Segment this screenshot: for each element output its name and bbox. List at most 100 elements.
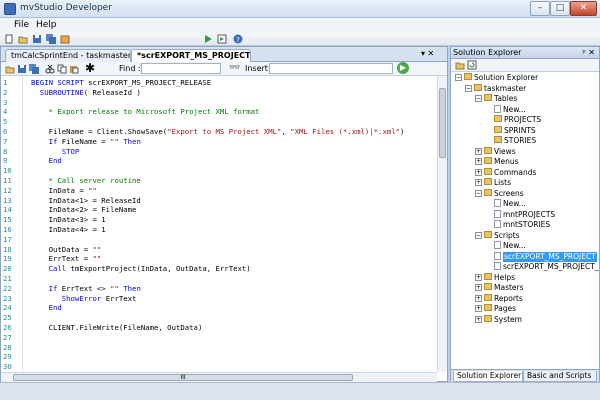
tree-item[interactable]: mntSTORIES: [485, 220, 550, 230]
code-line[interactable]: 17: [1, 235, 437, 245]
tree-item[interactable]: New...: [485, 104, 526, 115]
code-line[interactable]: 3: [1, 98, 437, 108]
debug-icon[interactable]: [217, 34, 227, 44]
code-line[interactable]: 12 InData = "": [1, 186, 437, 196]
tree-item[interactable]: + Commands: [475, 167, 536, 178]
menu-help[interactable]: Help: [36, 20, 57, 30]
expand-icon[interactable]: +: [475, 284, 482, 291]
help-icon[interactable]: ?: [233, 34, 243, 44]
expand-icon[interactable]: +: [475, 315, 482, 323]
expand-icon[interactable]: +: [475, 168, 482, 176]
code-line[interactable]: 2 SUBROUTINE( ReleaseId ): [1, 88, 437, 98]
tree-item[interactable]: − Screens: [475, 188, 524, 199]
collapse-icon[interactable]: −: [455, 74, 462, 81]
tree-item[interactable]: + Menus: [475, 157, 519, 167]
code-line[interactable]: 1 BEGIN SCRIPT scrEXPORT_MS_PROJECT_RELEA…: [1, 78, 437, 88]
code-line[interactable]: 29: [1, 352, 437, 362]
code-line[interactable]: 26 CLIENT.FileWrite(FileName, OutData): [1, 323, 437, 333]
open-icon[interactable]: [5, 64, 15, 74]
folder-icon[interactable]: [455, 60, 465, 70]
expand-icon[interactable]: +: [475, 158, 482, 165]
save-icon[interactable]: [17, 64, 27, 74]
menu-file[interactable]: File: [14, 20, 29, 30]
tree-item[interactable]: + Pages: [475, 304, 516, 314]
vertical-scrollbar[interactable]: [437, 76, 447, 372]
vertical-scroll-thumb[interactable]: [439, 88, 446, 158]
code-line[interactable]: 9 End: [1, 156, 437, 166]
code-line[interactable]: 4 * Export release to Microsoft Project …: [1, 107, 437, 117]
code-line[interactable]: 27: [1, 333, 437, 343]
tab-controls[interactable]: ▾ ✕: [421, 49, 434, 58]
horizontal-scroll-thumb[interactable]: III: [13, 374, 353, 381]
code-line[interactable]: 8 STOP: [1, 147, 437, 157]
run-icon[interactable]: [203, 34, 213, 44]
code-line[interactable]: 28: [1, 343, 437, 353]
minimize-button[interactable]: –: [530, 1, 550, 16]
collapse-icon[interactable]: −: [465, 84, 472, 92]
expand-icon[interactable]: +: [475, 294, 482, 302]
code-line[interactable]: 13 InData<1> = ReleaseId: [1, 196, 437, 206]
maximize-button[interactable]: □: [550, 1, 570, 16]
tree-item[interactable]: − Solution Explorer: [455, 73, 538, 83]
code-line[interactable]: 5: [1, 117, 437, 127]
code-line[interactable]: 18 OutData = "": [1, 245, 437, 255]
collapse-icon[interactable]: −: [475, 189, 482, 197]
code-line[interactable]: 6 FileName = Client.ShowSave("Export to …: [1, 127, 437, 137]
expand-icon[interactable]: +: [475, 147, 482, 155]
code-line[interactable]: 16 InData<4> = 1: [1, 225, 437, 235]
code-line[interactable]: 10: [1, 166, 437, 176]
cut-icon[interactable]: [45, 64, 55, 74]
asterisk-icon[interactable]: ✱: [85, 62, 95, 74]
close-button[interactable]: ✕: [570, 1, 597, 16]
save-icon[interactable]: [32, 34, 42, 44]
paste-icon[interactable]: [69, 64, 79, 74]
collapse-icon[interactable]: −: [475, 231, 482, 239]
tree-item[interactable]: New...: [485, 241, 526, 251]
tree-item[interactable]: + Views: [475, 146, 516, 157]
tab-screxport[interactable]: *scrEXPORT_MS_PROJECT_REL...: [131, 49, 251, 62]
save-all-icon[interactable]: [29, 64, 39, 74]
code-line[interactable]: 11 * Call server routine: [1, 176, 437, 186]
refresh-icon[interactable]: [467, 60, 477, 70]
go-arrow-icon[interactable]: ▶: [397, 62, 409, 74]
expand-icon[interactable]: +: [475, 179, 482, 186]
save-all-icon[interactable]: [46, 34, 56, 44]
deploy-icon[interactable]: [60, 34, 70, 44]
code-line[interactable]: 30: [1, 362, 437, 372]
code-editor[interactable]: 1 BEGIN SCRIPT scrEXPORT_MS_PROJECT_RELEA…: [1, 76, 437, 372]
tree-item[interactable]: + Masters: [475, 283, 524, 293]
horizontal-scrollbar[interactable]: III: [1, 372, 437, 382]
code-line[interactable]: 22 If ErrText <> "" Then: [1, 284, 437, 294]
tree-item[interactable]: mntPROJECTS: [485, 209, 555, 220]
code-line[interactable]: 21: [1, 274, 437, 284]
code-line[interactable]: 24 End: [1, 303, 437, 313]
code-line[interactable]: 20 Call tmExportProject(InData, OutData,…: [1, 264, 437, 274]
tree-item[interactable]: − Tables: [475, 94, 517, 104]
copy-icon[interactable]: [57, 64, 67, 74]
tree-item[interactable]: − taskmaster: [465, 83, 526, 94]
code-line[interactable]: 14 InData<2> = FileName: [1, 205, 437, 215]
tree-item[interactable]: PROJECTS: [485, 115, 541, 125]
tab-solution-explorer[interactable]: Solution Explorer: [453, 371, 523, 382]
tree-item[interactable]: scrEXPORT_MS_PROJECT_R: [485, 262, 599, 272]
collapse-icon[interactable]: −: [475, 95, 482, 102]
code-line[interactable]: 19 ErrText = "": [1, 254, 437, 264]
tree-item[interactable]: − Scripts: [475, 230, 520, 241]
tree-item[interactable]: scrEXPORT_MS_PROJECT: [485, 251, 597, 262]
new-icon[interactable]: [4, 34, 14, 44]
tab-tmcalcsprintend[interactable]: tmCalcSprintEnd - taskmaster.bp: [5, 49, 131, 62]
tree-item[interactable]: + Lists: [475, 178, 511, 188]
tab-basic-and-scripts[interactable]: Basic and Scripts: [523, 371, 597, 382]
code-line[interactable]: 23 ShowError ErrText: [1, 294, 437, 304]
binoculars-icon[interactable]: 👓: [229, 63, 240, 73]
tree-item[interactable]: + Helps: [475, 272, 515, 283]
tree-item[interactable]: + Reports: [475, 293, 523, 304]
tree-item[interactable]: + System: [475, 314, 522, 325]
code-line[interactable]: 7 If FileName = "" Then: [1, 137, 437, 147]
expand-icon[interactable]: +: [475, 305, 482, 312]
insert-dropdown[interactable]: [269, 63, 393, 74]
code-line[interactable]: 25: [1, 313, 437, 323]
find-input[interactable]: [141, 63, 221, 74]
panel-controls[interactable]: ᵖ ✕: [582, 47, 595, 58]
tree-item[interactable]: STORIES: [485, 136, 536, 146]
